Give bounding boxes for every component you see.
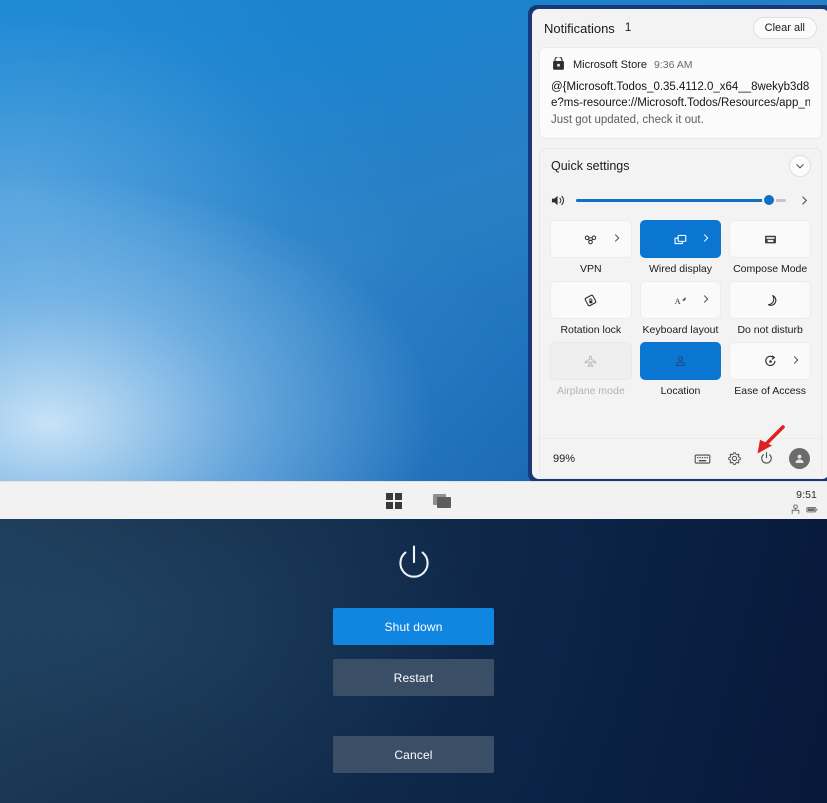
- location-pin-icon: [671, 352, 690, 371]
- power-icon[interactable]: [757, 450, 775, 468]
- tile-label: Airplane mode: [556, 385, 625, 397]
- shutdown-screen: Shut down Restart Cancel: [0, 519, 827, 803]
- wired-display-tile-button[interactable]: [639, 220, 722, 258]
- notification-body-line-2: e?ms-resource://Microsoft.Todos/Resource…: [551, 97, 810, 109]
- tile-label: Location: [660, 385, 701, 397]
- tile-label: Rotation lock: [560, 324, 622, 336]
- slider-fill: [576, 198, 770, 202]
- store-bag-icon: [551, 55, 566, 72]
- notification-app-name: Microsoft Store: [573, 58, 647, 71]
- chevron-right-icon[interactable]: [791, 352, 801, 370]
- vpn-icon: [581, 230, 600, 249]
- task-view-icon[interactable]: [429, 488, 455, 514]
- compose-mode-tile-button[interactable]: [729, 220, 811, 258]
- network-icon[interactable]: [790, 502, 801, 514]
- power-icon: [391, 540, 437, 586]
- battery-percentage: 99%: [553, 452, 576, 465]
- vpn-tile-button[interactable]: [550, 220, 632, 258]
- volume-slider[interactable]: [576, 192, 786, 208]
- keyboard-icon[interactable]: [693, 450, 711, 468]
- restart-button[interactable]: Restart: [333, 659, 494, 696]
- rotation-lock-tile-button[interactable]: [550, 281, 632, 319]
- notification-time: 9:36 AM: [653, 58, 693, 71]
- notification-item[interactable]: Microsoft Store 9:36 AM @{Microsoft.Todo…: [539, 47, 822, 139]
- tile-label: Do not disturb: [737, 324, 803, 336]
- tile-label: Ease of Access: [734, 385, 807, 397]
- notification-center-panel: Notifications 1 Clear all Microsoft Stor…: [528, 5, 827, 483]
- wired-display-icon: [671, 230, 690, 249]
- keyboard-layout-icon: A: [671, 291, 690, 310]
- battery-icon[interactable]: [806, 502, 818, 513]
- rotation-lock-icon: [581, 291, 600, 310]
- windows-start-icon[interactable]: [381, 488, 407, 514]
- volume-expand-chevron-right-icon[interactable]: [795, 195, 813, 206]
- quick-settings-tile-grid: VPN Wired display Compose Mode Rotation …: [540, 218, 821, 405]
- button-spacer: [333, 645, 494, 659]
- cancel-button[interactable]: Cancel: [333, 736, 494, 773]
- quick-tile-ease-of-access: Ease of Access: [729, 342, 811, 397]
- tile-label: Keyboard layout: [642, 324, 719, 336]
- keyboard-layout-tile-button[interactable]: A: [639, 281, 722, 319]
- system-tray: 9:51: [790, 482, 821, 520]
- speaker-volume-icon[interactable]: [550, 193, 567, 208]
- quick-settings-footer: 99%: [540, 438, 821, 478]
- gear-icon[interactable]: [725, 450, 743, 468]
- do-not-disturb-tile-button[interactable]: [729, 281, 811, 319]
- clear-all-button[interactable]: Clear all: [752, 17, 817, 39]
- screen-root: Notifications 1 Clear all Microsoft Stor…: [0, 0, 827, 803]
- ease-of-access-icon: [761, 352, 780, 371]
- footer-icon-group: [693, 448, 810, 469]
- quick-settings-section: Quick settings VPN Wired display Compose…: [539, 148, 822, 479]
- chevron-down-icon[interactable]: [789, 154, 811, 177]
- quick-tile-wired-display: Wired display: [639, 220, 722, 275]
- tile-label: Wired display: [648, 263, 712, 275]
- tile-label: Compose Mode: [733, 263, 808, 275]
- quick-tile-rotation-lock: Rotation lock: [550, 281, 632, 336]
- chevron-right-icon[interactable]: [701, 291, 711, 309]
- ease-of-access-tile-button[interactable]: [729, 342, 811, 380]
- shut-down-button[interactable]: Shut down: [333, 608, 494, 645]
- tile-label: VPN: [580, 263, 602, 275]
- quick-tile-location: Location: [639, 342, 722, 397]
- taskbar-center-group: [0, 482, 827, 520]
- quick-settings-title: Quick settings: [551, 158, 630, 173]
- shutdown-button-group: Shut down Restart Cancel: [333, 608, 494, 773]
- taskbar: 9:51: [0, 481, 827, 519]
- airplane-mode-tile-button[interactable]: [550, 342, 632, 380]
- location-tile-button[interactable]: [639, 342, 722, 380]
- notifications-title: Notifications: [544, 20, 615, 36]
- quick-tile-do-not-disturb: Do not disturb: [729, 281, 811, 336]
- quick-tile-vpn: VPN: [550, 220, 632, 275]
- chevron-right-icon[interactable]: [701, 230, 711, 248]
- notification-app-row: Microsoft Store 9:36 AM: [551, 55, 810, 72]
- moon-icon: [761, 291, 780, 310]
- tray-icon-group: [790, 502, 818, 514]
- notification-body-line-1: @{Microsoft.Todos_0.35.4112.0_x64__8weky…: [551, 81, 810, 93]
- quick-tile-keyboard-layout: A Keyboard layout: [639, 281, 722, 336]
- compose-mode-icon: [761, 230, 780, 249]
- svg-text:A: A: [675, 297, 681, 306]
- notifications-header: Notifications 1 Clear all: [532, 9, 827, 47]
- notifications-count: 1: [624, 22, 632, 34]
- slider-thumb[interactable]: [762, 193, 777, 207]
- button-spacer: [333, 696, 494, 736]
- volume-slider-row: [540, 182, 821, 218]
- quick-tile-airplane-mode: Airplane mode: [550, 342, 632, 397]
- quick-settings-header: Quick settings: [540, 149, 821, 182]
- taskbar-clock[interactable]: 9:51: [796, 489, 817, 501]
- notification-subtext: Just got updated, check it out.: [551, 114, 704, 126]
- user-avatar[interactable]: [789, 448, 810, 469]
- quick-tile-compose-mode: Compose Mode: [729, 220, 811, 275]
- airplane-icon: [581, 352, 600, 371]
- chevron-right-icon[interactable]: [612, 230, 622, 248]
